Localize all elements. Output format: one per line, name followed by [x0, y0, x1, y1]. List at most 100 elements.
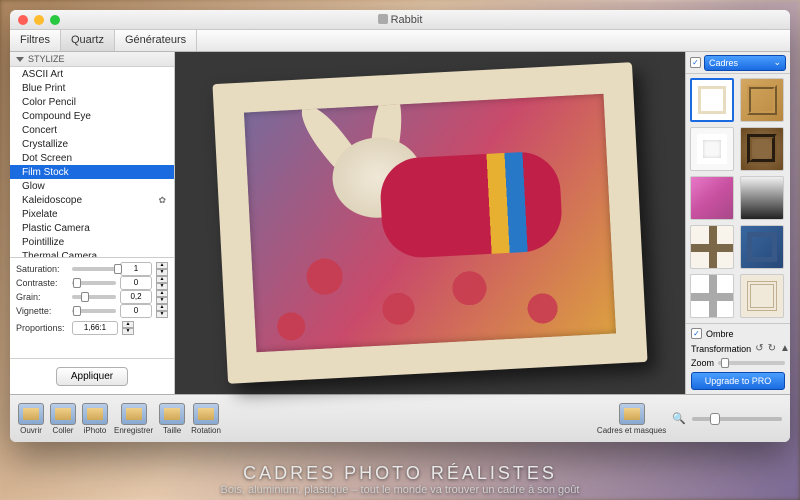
- tool-coller[interactable]: Coller: [50, 403, 76, 435]
- filter-item-kaleidoscope[interactable]: Kaleidoscope✿: [10, 193, 174, 207]
- filter-item-pointillize[interactable]: Pointillize: [10, 235, 174, 249]
- filter-item-blue-print[interactable]: Blue Print: [10, 81, 174, 95]
- canvas-zoom-slider[interactable]: [692, 417, 782, 421]
- param-slider[interactable]: [72, 281, 116, 285]
- app-window: Rabbit Filtres Quartz Générateurs STYLIZ…: [10, 10, 790, 442]
- filter-section-label: STYLIZE: [28, 54, 65, 64]
- param-label: Vignette:: [16, 306, 68, 316]
- param-value[interactable]: 1: [120, 262, 152, 276]
- ombre-checkbox[interactable]: ✓: [691, 328, 702, 339]
- filter-item-concert[interactable]: Concert: [10, 123, 174, 137]
- frames-icon: [619, 403, 645, 425]
- param-value[interactable]: 0,2: [120, 290, 152, 304]
- filter-item-film-stock[interactable]: Film Stock: [10, 165, 174, 179]
- filter-item-plastic-camera[interactable]: Plastic Camera: [10, 221, 174, 235]
- tool-label: Coller: [53, 426, 74, 435]
- filter-item-compound-eye[interactable]: Compound Eye: [10, 109, 174, 123]
- tool-enregistrer[interactable]: Enregistrer: [114, 403, 153, 435]
- tool-rotation[interactable]: Rotation: [191, 403, 221, 435]
- marketing-headline: CADRES PHOTO RÉALISTES: [0, 463, 800, 484]
- param-stepper[interactable]: ▲▼: [156, 262, 168, 276]
- flip-h-icon[interactable]: ▲: [780, 343, 790, 354]
- param-slider[interactable]: [72, 267, 116, 271]
- frames-enable-checkbox[interactable]: ✓: [690, 57, 701, 68]
- frame-thumb-1[interactable]: [690, 78, 734, 122]
- frame-thumb-5[interactable]: [690, 176, 734, 220]
- gear-icon[interactable]: ✿: [158, 195, 166, 206]
- tool-iphoto[interactable]: iPhoto: [82, 403, 108, 435]
- window-title: Rabbit: [10, 14, 790, 26]
- tool-label: iPhoto: [84, 426, 107, 435]
- rotate-cw-icon[interactable]: ↻: [768, 343, 776, 354]
- canvas[interactable]: [175, 52, 685, 394]
- tool-label: Enregistrer: [114, 426, 153, 435]
- param-stepper[interactable]: ▲▼: [156, 304, 168, 318]
- param-stepper[interactable]: ▲▼: [156, 290, 168, 304]
- titlebar: Rabbit: [10, 10, 790, 30]
- minimize-icon[interactable]: [34, 15, 44, 25]
- filter-section-header[interactable]: STYLIZE: [10, 52, 174, 67]
- param-row-1: Contraste:0▲▼: [16, 276, 168, 290]
- tab-generateurs[interactable]: Générateurs: [115, 30, 197, 51]
- frame-zoom-slider[interactable]: [718, 361, 785, 365]
- marketing-caption: CADRES PHOTO RÉALISTES Bois, aluminium, …: [0, 463, 800, 496]
- filter-item-glow[interactable]: Glow: [10, 179, 174, 193]
- left-sidebar: STYLIZE ASCII ArtBlue PrintColor PencilC…: [10, 52, 175, 394]
- frames-grid: [686, 74, 790, 323]
- proportions-label: Proportions:: [16, 323, 68, 333]
- tool-icon: [18, 403, 44, 425]
- tool-icon: [82, 403, 108, 425]
- tab-quartz[interactable]: Quartz: [61, 30, 115, 51]
- filter-item-dot-screen[interactable]: Dot Screen: [10, 151, 174, 165]
- filter-item-thermal-camera[interactable]: Thermal Camera: [10, 249, 174, 257]
- param-value[interactable]: 0: [120, 304, 152, 318]
- tool-ouvrir[interactable]: Ouvrir: [18, 403, 44, 435]
- frame-thumb-9[interactable]: [690, 274, 734, 318]
- apply-button[interactable]: Appliquer: [56, 367, 128, 386]
- frame-thumb-2[interactable]: [740, 78, 784, 122]
- param-slider[interactable]: [72, 309, 116, 313]
- param-row-0: Saturation: 1 ▲▼: [16, 262, 168, 276]
- upgrade-button[interactable]: Upgrade to PRO: [691, 372, 785, 390]
- photo-preview: [244, 94, 616, 353]
- tool-label: Ouvrir: [20, 426, 42, 435]
- proportions-value[interactable]: 1,66:1: [72, 321, 118, 335]
- tool-icon: [159, 403, 185, 425]
- param-slider[interactable]: [72, 295, 116, 299]
- frame-thumb-3[interactable]: [690, 127, 734, 171]
- frame-thumb-10[interactable]: [740, 274, 784, 318]
- param-value[interactable]: 0: [120, 276, 152, 290]
- param-label: Saturation:: [16, 264, 68, 274]
- tool-cadres-masques[interactable]: Cadres et masques: [597, 403, 666, 435]
- tool-icon: [121, 403, 147, 425]
- search-icon[interactable]: 🔍: [672, 412, 686, 425]
- param-stepper[interactable]: ▲▼: [156, 276, 168, 290]
- chevron-down-icon: ⌄: [773, 57, 781, 68]
- frames-dropdown[interactable]: Cadres⌄: [704, 55, 786, 71]
- filter-item-color-pencil[interactable]: Color Pencil: [10, 95, 174, 109]
- tool-label: Rotation: [191, 426, 221, 435]
- close-icon[interactable]: [18, 15, 28, 25]
- filter-item-ascii-art[interactable]: ASCII Art: [10, 67, 174, 81]
- tool-label: Cadres et masques: [597, 426, 666, 435]
- zoom-icon[interactable]: [50, 15, 60, 25]
- frame-thumb-4[interactable]: [740, 127, 784, 171]
- parameters-panel: Saturation:1▲▼Contraste:0▲▼Grain:0,2▲▼Vi…: [10, 257, 174, 339]
- tab-filtres[interactable]: Filtres: [10, 30, 61, 51]
- ombre-label: Ombre: [706, 329, 734, 339]
- proportions-stepper[interactable]: ▲▼: [122, 321, 134, 335]
- param-label: Grain:: [16, 292, 68, 302]
- zoom-label: Zoom: [691, 358, 714, 368]
- frame-thumb-6[interactable]: [740, 176, 784, 220]
- filter-item-pixelate[interactable]: Pixelate: [10, 207, 174, 221]
- center-pane: [175, 52, 685, 394]
- param-row-2: Grain: 0,2 ▲▼: [16, 290, 168, 304]
- disclosure-triangle-icon: [16, 57, 24, 62]
- frame-thumb-7[interactable]: [690, 225, 734, 269]
- transformation-label: Transformation: [691, 344, 751, 354]
- frame-thumb-8[interactable]: [740, 225, 784, 269]
- tool-taille[interactable]: Taille: [159, 403, 185, 435]
- filter-item-crystallize[interactable]: Crystallize: [10, 137, 174, 151]
- filter-list: ASCII ArtBlue PrintColor PencilCompound …: [10, 67, 174, 257]
- rotate-ccw-icon[interactable]: ↺: [755, 343, 763, 354]
